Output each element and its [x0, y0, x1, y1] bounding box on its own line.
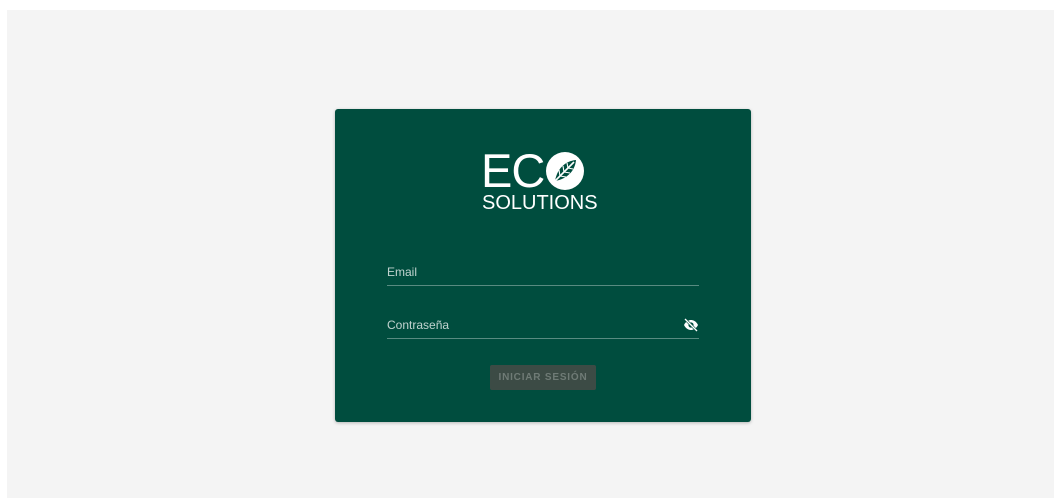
login-button[interactable]: INICIAR SESIÓN: [490, 365, 596, 390]
eye-off-icon[interactable]: [683, 318, 699, 332]
login-card: EC SOLUTIONS INICIAR SESIÓN: [335, 109, 751, 422]
logo-eco-text: EC: [481, 144, 545, 197]
eco-solutions-logo: EC SOLUTIONS: [481, 145, 611, 220]
logo-wordmark: EC: [481, 145, 585, 197]
password-field-container: [387, 312, 699, 339]
password-input[interactable]: [387, 312, 677, 338]
email-input[interactable]: [387, 259, 677, 285]
logo-subtitle: SOLUTIONS: [482, 192, 598, 214]
email-field-container: [387, 259, 699, 286]
page-background: EC SOLUTIONS INICIAR SESIÓN: [7, 10, 1054, 498]
leaf-icon: [546, 152, 585, 190]
